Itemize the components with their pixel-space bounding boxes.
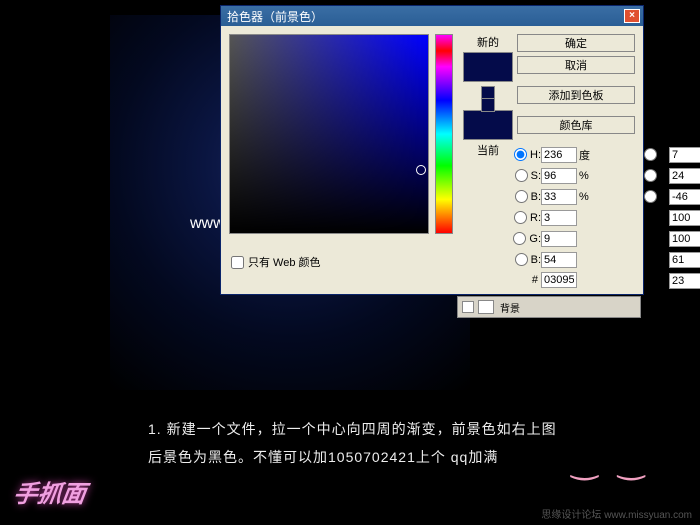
current-color-swatch — [463, 110, 513, 140]
input-s[interactable] — [541, 168, 577, 184]
new-color-swatch — [463, 52, 513, 82]
hue-slider[interactable] — [435, 34, 453, 234]
dialog-titlebar[interactable]: 拾色器（前景色） × — [221, 6, 643, 26]
logo: 手抓面 — [12, 474, 89, 509]
input-k[interactable] — [669, 273, 700, 289]
radio-g[interactable] — [513, 232, 526, 245]
radio-bb[interactable] — [644, 190, 657, 203]
radio-a[interactable] — [644, 169, 657, 182]
radio-l[interactable] — [644, 148, 657, 161]
input-g[interactable] — [541, 231, 577, 247]
dialog-title: 拾色器（前景色） — [227, 8, 323, 25]
eye-icon[interactable] — [462, 301, 474, 313]
input-c[interactable] — [669, 210, 700, 226]
input-bb[interactable] — [669, 189, 700, 205]
ok-button[interactable]: 确定 — [517, 34, 635, 52]
tutorial-caption: 1. 新建一个文件，拉一个中心向四周的渐变，前景色如右上图 后景色为黑色。不懂可… — [148, 415, 557, 471]
caption-line1: 1. 新建一个文件，拉一个中心向四周的渐变，前景色如右上图 — [148, 415, 557, 443]
cancel-button[interactable]: 取消 — [517, 56, 635, 74]
color-field[interactable] — [229, 34, 429, 234]
radio-r[interactable] — [514, 211, 527, 224]
close-icon[interactable]: × — [624, 9, 640, 23]
web-only-label: 只有 Web 颜色 — [248, 254, 321, 270]
picker-ring-icon — [416, 165, 426, 175]
input-b[interactable] — [541, 189, 577, 205]
input-h[interactable] — [541, 147, 577, 163]
input-bl[interactable] — [541, 252, 577, 268]
radio-bl[interactable] — [515, 253, 528, 266]
footer-credit: 思缘设计论坛 www.missyuan.com — [541, 506, 692, 521]
input-y[interactable] — [669, 252, 700, 268]
layer-name: 背景 — [500, 300, 520, 315]
radio-s[interactable] — [515, 169, 528, 182]
layer-thumb — [478, 300, 494, 314]
face-icon: ‿ ‿ — [572, 443, 650, 481]
color-library-button[interactable]: 颜色库 — [517, 116, 635, 134]
input-r[interactable] — [541, 210, 577, 226]
input-m[interactable] — [669, 231, 700, 247]
input-a[interactable] — [669, 168, 700, 184]
color-value-fields: H: 度 S: % B: % R: G: B: # — [501, 144, 700, 288]
web-only-checkbox[interactable] — [231, 256, 244, 269]
add-swatch-button[interactable]: 添加到色板 — [517, 86, 635, 104]
caption-line2: 后景色为黑色。不懂可以加1050702421上个 qq加满 — [148, 443, 557, 471]
websafe-swatch[interactable] — [481, 98, 495, 112]
color-picker-dialog: 拾色器（前景色） × 新的 当前 确定 取消 添加到色板 颜色库 H: 度 — [220, 5, 644, 295]
new-color-label: 新的 — [459, 34, 517, 50]
input-l[interactable] — [669, 147, 700, 163]
radio-b[interactable] — [515, 190, 528, 203]
input-hex[interactable] — [541, 272, 577, 288]
radio-h[interactable] — [514, 148, 527, 161]
layers-panel-row[interactable]: 背景 — [457, 296, 641, 318]
